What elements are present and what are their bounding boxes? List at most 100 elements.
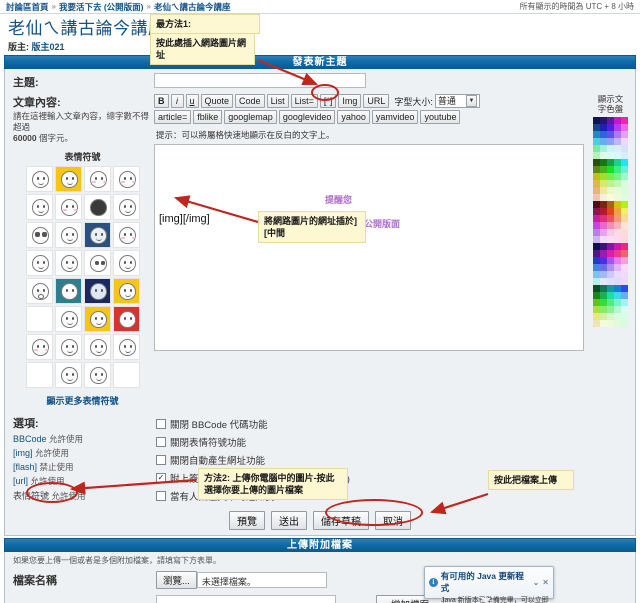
smiley-icon[interactable] [112, 306, 140, 332]
checkbox-disable-smilies[interactable]: 關閉表情符號功能 [156, 435, 631, 449]
color-swatch[interactable] [607, 208, 614, 215]
color-swatch[interactable] [607, 264, 614, 271]
color-swatch[interactable] [607, 271, 614, 278]
color-swatch[interactable] [621, 243, 628, 250]
bbcode-googlemap-button[interactable]: googlemap [224, 110, 277, 124]
color-swatch[interactable] [600, 264, 607, 271]
browse-button[interactable]: 瀏覽... [156, 571, 197, 589]
color-swatch[interactable] [614, 236, 621, 243]
color-swatch[interactable] [607, 145, 614, 152]
color-swatch[interactable] [600, 173, 607, 180]
color-swatch[interactable] [614, 166, 621, 173]
color-swatch[interactable] [593, 131, 600, 138]
color-swatch[interactable] [600, 187, 607, 194]
color-swatch[interactable] [600, 306, 607, 313]
color-swatch[interactable] [607, 250, 614, 257]
color-swatch[interactable] [593, 264, 600, 271]
smiley-icon[interactable] [112, 166, 140, 192]
color-swatch[interactable] [593, 271, 600, 278]
color-swatch[interactable] [607, 229, 614, 236]
color-swatch[interactable] [614, 215, 621, 222]
smiley-icon[interactable] [25, 306, 53, 332]
color-swatch[interactable] [614, 180, 621, 187]
color-swatch[interactable] [614, 306, 621, 313]
checkbox-box[interactable] [156, 419, 166, 429]
color-swatch[interactable] [607, 292, 614, 299]
color-swatch[interactable] [607, 257, 614, 264]
smiley-icon[interactable] [54, 306, 82, 332]
color-swatch[interactable] [621, 124, 628, 131]
file-comment-textarea[interactable]: 提醒 [156, 595, 336, 603]
color-swatch[interactable] [621, 138, 628, 145]
color-swatch[interactable] [607, 313, 614, 320]
color-swatch[interactable] [600, 313, 607, 320]
color-swatch[interactable] [621, 208, 628, 215]
color-swatch[interactable] [621, 229, 628, 236]
color-swatch[interactable] [621, 250, 628, 257]
color-swatch[interactable] [621, 278, 628, 285]
color-swatch[interactable] [593, 124, 600, 131]
color-swatch[interactable] [600, 285, 607, 292]
color-swatch[interactable] [607, 152, 614, 159]
color-swatch[interactable] [593, 306, 600, 313]
color-swatch[interactable] [614, 229, 621, 236]
color-swatch[interactable] [621, 215, 628, 222]
checkbox-box-checked[interactable]: ✓ [156, 473, 166, 483]
checkbox-disable-bbcode[interactable]: 關閉 BBCode 代碼功能 [156, 417, 631, 431]
bbcode-yahoo-button[interactable]: yahoo [337, 110, 370, 124]
bbcode-bold-button[interactable]: B [154, 94, 169, 108]
color-swatch[interactable] [621, 313, 628, 320]
color-swatch[interactable] [614, 124, 621, 131]
color-swatch[interactable] [614, 299, 621, 306]
color-swatch[interactable] [600, 236, 607, 243]
color-swatch[interactable] [614, 222, 621, 229]
color-swatch[interactable] [600, 145, 607, 152]
color-swatch[interactable] [593, 292, 600, 299]
color-swatch[interactable] [600, 166, 607, 173]
color-swatch[interactable] [593, 159, 600, 166]
smiley-icon[interactable] [83, 194, 111, 220]
color-swatch[interactable] [593, 145, 600, 152]
color-swatch[interactable] [614, 194, 621, 201]
option-flash-link[interactable]: [flash] [13, 462, 37, 472]
smiley-icon[interactable] [25, 334, 53, 360]
color-swatch[interactable] [607, 180, 614, 187]
color-swatch[interactable] [621, 285, 628, 292]
color-swatch[interactable] [607, 278, 614, 285]
color-swatch[interactable] [600, 180, 607, 187]
color-swatch[interactable] [614, 117, 621, 124]
java-update-popup[interactable]: i 有可用的 Java 更新程式 ⌄ ✕ Java 新版本已準備完畢，可以立即安… [424, 566, 554, 603]
show-more-smileys-link[interactable]: 顯示更多表情符號 [13, 394, 152, 407]
color-swatch[interactable] [607, 222, 614, 229]
color-swatch[interactable] [621, 264, 628, 271]
color-swatch[interactable] [600, 278, 607, 285]
color-swatch[interactable] [614, 271, 621, 278]
color-swatch[interactable] [607, 320, 614, 327]
color-swatch[interactable] [621, 131, 628, 138]
color-swatch[interactable] [600, 243, 607, 250]
color-swatch[interactable] [593, 215, 600, 222]
breadcrumb-item-forum[interactable]: 老仙ㄟ講古論今講座 [154, 1, 231, 13]
smiley-icon[interactable] [83, 334, 111, 360]
bbcode-underline-button[interactable]: u [185, 94, 199, 108]
color-swatch[interactable] [614, 264, 621, 271]
color-swatch[interactable] [600, 117, 607, 124]
bbcode-url-button[interactable]: URL [363, 94, 390, 108]
color-swatch[interactable] [593, 229, 600, 236]
color-swatch[interactable] [593, 250, 600, 257]
smiley-icon[interactable] [112, 334, 140, 360]
color-swatch[interactable] [593, 257, 600, 264]
color-swatch[interactable] [593, 236, 600, 243]
color-swatch[interactable] [607, 215, 614, 222]
bbcode-fblike-button[interactable]: fblike [193, 110, 223, 124]
bbcode-list-button[interactable]: List [266, 94, 289, 108]
bbcode-article-button[interactable]: article= [154, 110, 192, 124]
color-swatch[interactable] [600, 250, 607, 257]
submit-button[interactable]: 送出 [271, 511, 307, 530]
color-swatch[interactable] [621, 117, 628, 124]
color-swatch[interactable] [593, 166, 600, 173]
color-swatch[interactable] [600, 229, 607, 236]
color-swatch[interactable] [593, 320, 600, 327]
color-swatch[interactable] [593, 152, 600, 159]
color-swatch[interactable] [614, 201, 621, 208]
